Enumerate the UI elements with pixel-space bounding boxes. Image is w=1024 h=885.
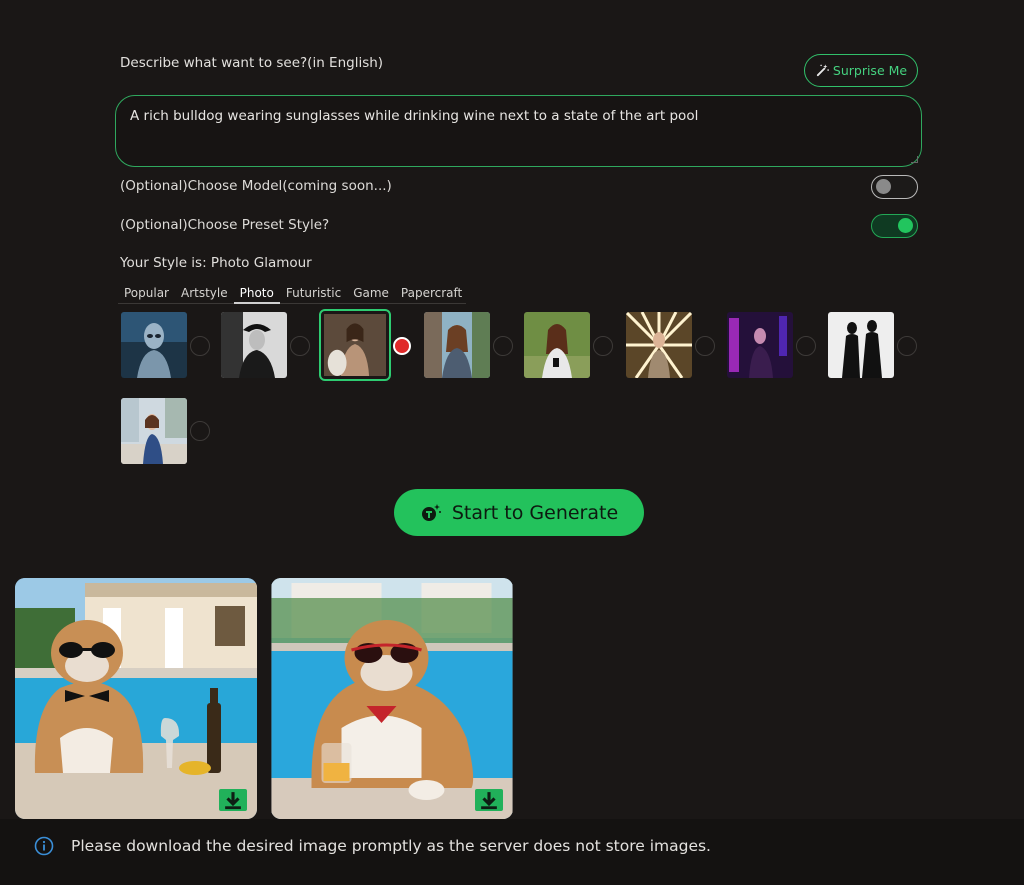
style-thumb-silhouette[interactable]	[828, 312, 894, 378]
style-thumb-rays[interactable]	[626, 312, 692, 378]
style-thumb-park[interactable]	[524, 312, 590, 378]
resize-grip-icon[interactable]	[911, 156, 918, 163]
prompt-text: A rich bulldog wearing sunglasses while …	[130, 108, 699, 124]
download-button[interactable]	[475, 789, 503, 811]
sparkle-generate-icon	[421, 503, 441, 521]
start-generate-label: Start to Generate	[451, 501, 619, 524]
style-thumb-street[interactable]	[424, 312, 490, 378]
style-radio-park[interactable]	[593, 336, 613, 356]
silhouette-portrait-image	[828, 312, 894, 378]
choose-preset-label: (Optional)Choose Preset Style?	[120, 217, 330, 233]
info-icon	[34, 836, 54, 856]
neon-portrait-image	[727, 312, 793, 378]
tab-artstyle[interactable]: Artstyle	[175, 286, 234, 304]
notice-text: Please download the desired image prompt…	[71, 837, 711, 855]
alien-portrait-image	[121, 312, 187, 378]
rays-portrait-image	[626, 312, 692, 378]
style-tabs: Popular Artstyle Photo Futuristic Game P…	[118, 286, 468, 304]
magic-wand-icon	[816, 64, 829, 77]
style-radio-noir[interactable]	[290, 336, 310, 356]
tab-photo[interactable]: Photo	[233, 286, 280, 304]
tab-popular[interactable]: Popular	[118, 286, 175, 304]
choose-model-label: (Optional)Choose Model(coming soon...)	[120, 178, 392, 194]
bulldog-bowtie-image	[15, 578, 257, 819]
child-portrait-image	[121, 398, 187, 464]
current-style-label: Your Style is: Photo Glamour	[120, 255, 312, 271]
style-thumb-noir[interactable]	[221, 312, 287, 378]
style-thumb-glamour[interactable]	[319, 309, 391, 381]
download-icon	[225, 792, 241, 810]
choose-preset-toggle[interactable]	[871, 214, 918, 238]
result-image-2	[271, 578, 513, 819]
style-radio-child[interactable]	[190, 421, 210, 441]
download-button[interactable]	[219, 789, 247, 811]
style-radio-alien[interactable]	[190, 336, 210, 356]
tab-papercraft[interactable]: Papercraft	[395, 286, 468, 304]
style-radio-street[interactable]	[493, 336, 513, 356]
toggle-knob	[898, 218, 913, 233]
toggle-knob	[876, 179, 891, 194]
street-portrait-image	[424, 312, 490, 378]
download-icon	[481, 792, 497, 810]
glamour-portrait-image	[324, 314, 386, 376]
tab-futuristic[interactable]: Futuristic	[280, 286, 347, 304]
style-thumb-alien[interactable]	[121, 312, 187, 378]
surprise-me-button[interactable]: Surprise Me	[804, 54, 918, 87]
tab-game[interactable]: Game	[347, 286, 395, 304]
style-radio-silhouette[interactable]	[897, 336, 917, 356]
start-generate-button[interactable]: Start to Generate	[394, 489, 644, 536]
choose-model-toggle[interactable]	[871, 175, 918, 199]
result-image-1	[15, 578, 257, 819]
surprise-me-label: Surprise Me	[832, 63, 908, 78]
bulldog-red-sunglasses-image	[271, 578, 513, 819]
style-thumb-neon[interactable]	[727, 312, 793, 378]
style-thumb-child[interactable]	[121, 398, 187, 464]
park-portrait-image	[524, 312, 590, 378]
style-radio-neon[interactable]	[796, 336, 816, 356]
prompt-input[interactable]: A rich bulldog wearing sunglasses while …	[115, 95, 922, 167]
prompt-label: Describe what want to see?(in English)	[120, 55, 384, 71]
style-radio-rays[interactable]	[695, 336, 715, 356]
style-radio-glamour[interactable]	[393, 337, 411, 355]
noir-portrait-image	[221, 312, 287, 378]
